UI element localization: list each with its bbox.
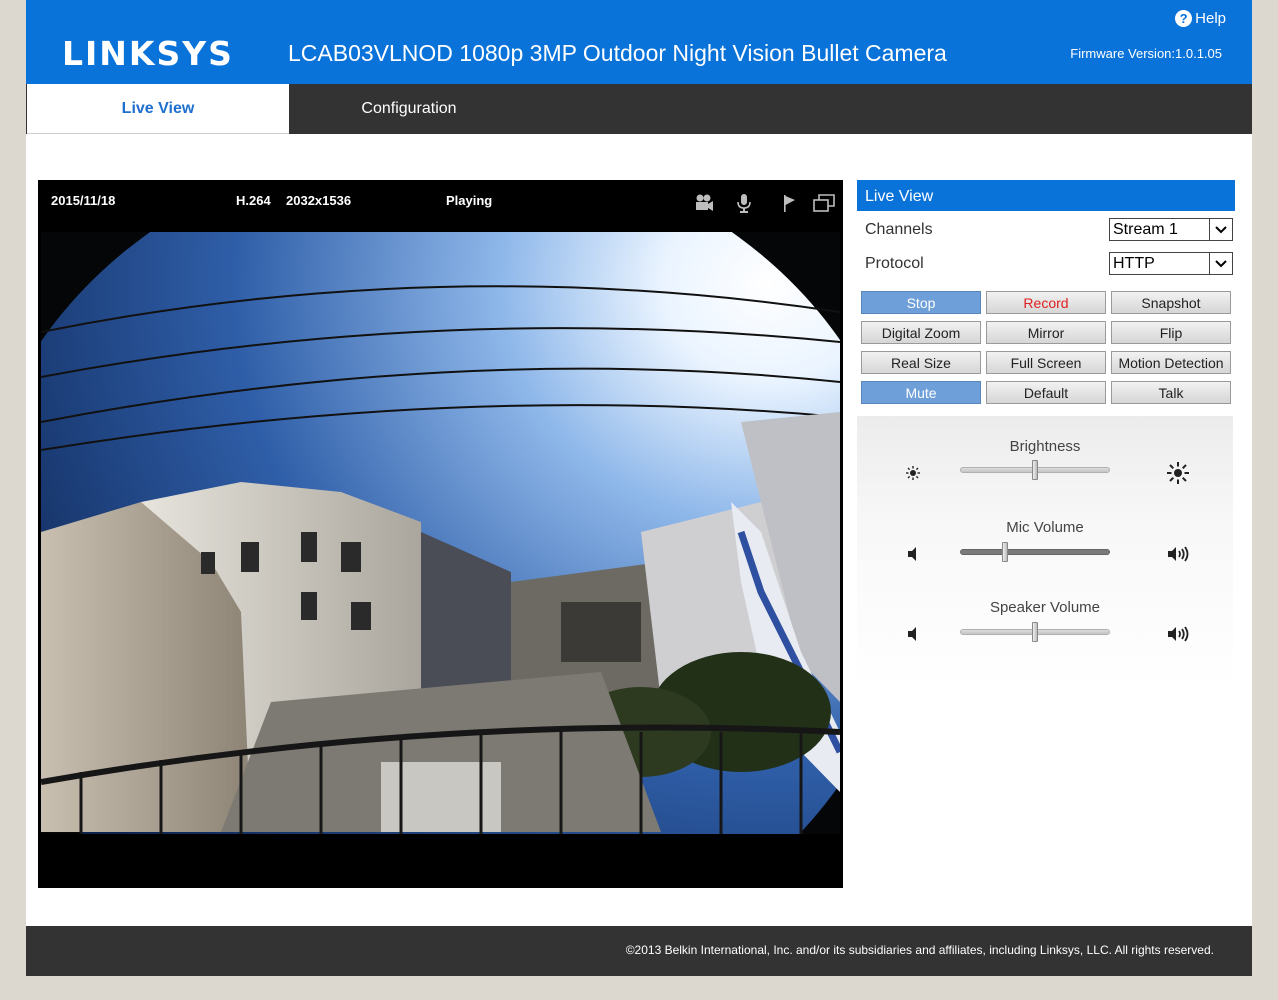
protocol-select[interactable]: HTTP	[1109, 252, 1233, 275]
speaker-volume-slider-thumb[interactable]	[1032, 622, 1038, 642]
microphone-icon[interactable]	[733, 192, 755, 214]
default-button[interactable]: Default	[986, 381, 1106, 404]
brightness-label: Brightness	[1009, 438, 1081, 455]
video-record-icon[interactable]	[693, 192, 715, 214]
brightness-high-icon	[1167, 462, 1189, 484]
record-button[interactable]: Record	[986, 291, 1106, 314]
chevron-down-icon	[1209, 253, 1232, 274]
adjustment-panel: Brightness Mic Volume Speaker Volume	[857, 416, 1233, 692]
volume-low-icon	[908, 547, 916, 561]
video-status: Playing	[446, 193, 493, 208]
chevron-down-icon	[1209, 219, 1232, 240]
channels-value: Stream 1	[1113, 221, 1178, 238]
product-title: LCAB03VLNOD 1080p 3MP Outdoor Night Visi…	[288, 40, 947, 66]
tab-live-view[interactable]: Live View	[27, 84, 289, 134]
protocol-value: HTTP	[1113, 255, 1155, 272]
speaker-volume-slider[interactable]	[960, 622, 1110, 642]
video-date: 2015/11/18	[51, 193, 116, 208]
protocol-label: Protocol	[865, 255, 924, 272]
window-icon[interactable]	[812, 192, 836, 214]
mirror-button[interactable]: Mirror	[986, 321, 1106, 344]
snapshot-button[interactable]: Snapshot	[1111, 291, 1231, 314]
brightness-slider-thumb[interactable]	[1032, 460, 1038, 480]
real-size-button[interactable]: Real Size	[861, 351, 981, 374]
brightness-slider[interactable]	[960, 460, 1110, 480]
brightness-low-icon	[906, 466, 920, 480]
volume-low-icon	[908, 627, 916, 641]
tab-configuration[interactable]: Configuration	[289, 84, 529, 134]
stop-button[interactable]: Stop	[861, 291, 981, 314]
mute-button[interactable]: Mute	[861, 381, 981, 404]
video-status-bar: 2015/11/18 H.264 2032x1536 Playing	[38, 180, 843, 232]
full-screen-button[interactable]: Full Screen	[986, 351, 1106, 374]
help-icon: ?	[1175, 10, 1193, 27]
volume-high-icon	[1168, 626, 1189, 642]
page: LINKSYS LCAB03VLNOD 1080p 3MP Outdoor Ni…	[26, 0, 1252, 976]
panel-title: Live View	[857, 180, 1235, 211]
mic-volume-slider[interactable]	[960, 542, 1110, 562]
footer: ©2013 Belkin International, Inc. and/or …	[26, 926, 1252, 976]
tab-bar: Live View Configuration	[26, 84, 1252, 134]
brand-logo: LINKSYS	[62, 34, 234, 73]
camera-feed	[41, 232, 840, 834]
mic-volume-slider-thumb[interactable]	[1002, 542, 1009, 562]
video-codec: H.264	[236, 193, 271, 208]
help-link[interactable]: ? Help	[1175, 10, 1226, 27]
channels-select[interactable]: Stream 1	[1109, 218, 1233, 241]
video-player[interactable]: 2015/11/18 H.264 2032x1536 Playing	[38, 180, 843, 888]
flip-button[interactable]: Flip	[1111, 321, 1231, 344]
motion-detection-button[interactable]: Motion Detection	[1111, 351, 1231, 374]
digital-zoom-button[interactable]: Digital Zoom	[861, 321, 981, 344]
copyright-text: ©2013 Belkin International, Inc. and/or …	[625, 943, 1214, 957]
flag-icon[interactable]	[778, 192, 800, 214]
channels-label: Channels	[865, 221, 933, 238]
help-label: Help	[1195, 10, 1226, 27]
volume-high-icon	[1168, 546, 1189, 562]
speaker-volume-label: Speaker Volume	[989, 599, 1101, 616]
firmware-version: Firmware Version:1.0.1.05	[1070, 46, 1222, 61]
video-resolution: 2032x1536	[286, 193, 352, 208]
header-bar: LINKSYS LCAB03VLNOD 1080p 3MP Outdoor Ni…	[26, 0, 1252, 84]
mic-volume-label: Mic Volume	[1006, 519, 1084, 536]
talk-button[interactable]: Talk	[1111, 381, 1231, 404]
